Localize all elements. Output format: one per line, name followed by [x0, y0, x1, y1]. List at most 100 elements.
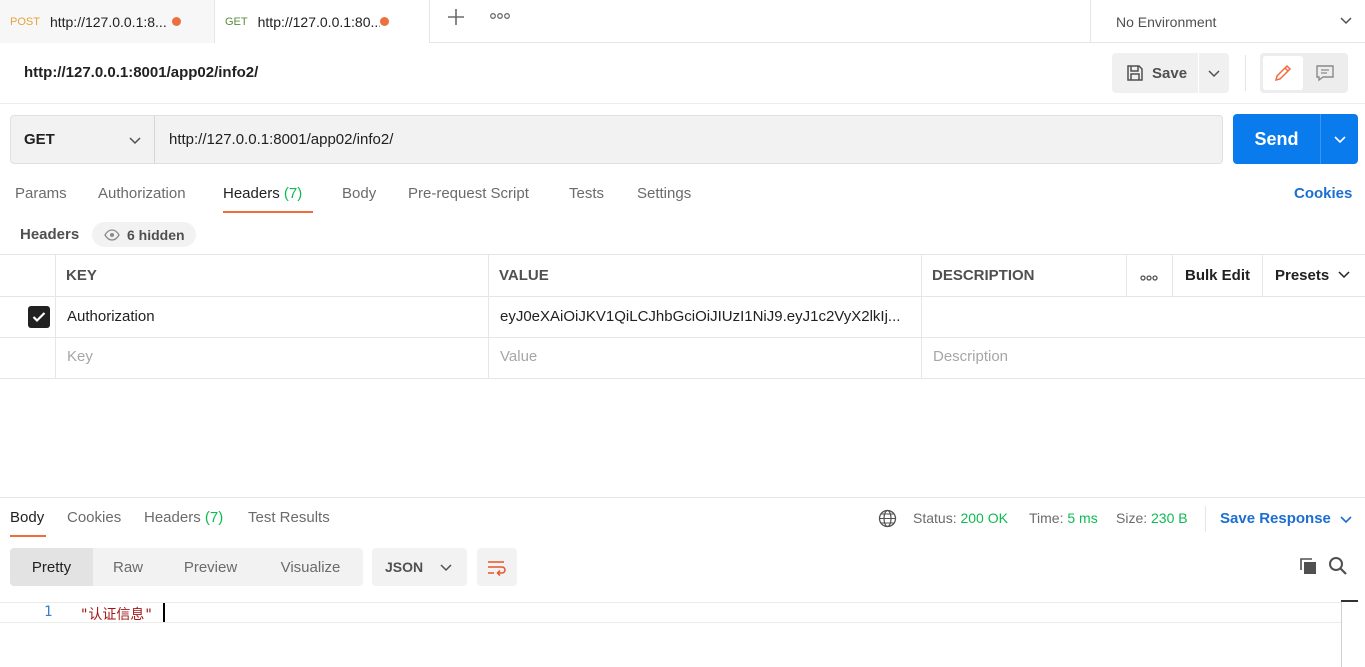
send-button[interactable]: Send — [1233, 114, 1320, 164]
tab-authorization[interactable]: Authorization — [98, 185, 186, 202]
text-caret — [163, 603, 165, 622]
table-border — [921, 254, 922, 378]
presets-dropdown[interactable]: Presets — [1275, 267, 1351, 284]
search-icon[interactable] — [1328, 556, 1348, 579]
tab-headers-count: (7) — [283, 185, 303, 202]
send-options-button[interactable] — [1320, 114, 1358, 164]
tab-title: http://127.0.0.1:80... — [257, 13, 380, 30]
edit-mode-button[interactable] — [1263, 56, 1303, 90]
active-tab-indicator — [10, 535, 46, 537]
response-tab-headers[interactable]: Headers (7) — [144, 509, 223, 526]
tab-headers-label: Headers — [223, 185, 280, 202]
tab-tests[interactable]: Tests — [569, 185, 604, 202]
hidden-count: 6 hidden — [127, 226, 185, 243]
response-size[interactable]: Size: 230 B — [1116, 510, 1188, 526]
request-title: http://127.0.0.1:8001/app02/info2/ — [24, 64, 259, 81]
wrap-lines-icon — [488, 561, 506, 576]
tab-title: http://127.0.0.1:8... — [49, 13, 167, 30]
request-tab-post[interactable]: POST http://127.0.0.1:8... — [0, 0, 215, 43]
response-headers-count: (7) — [204, 509, 224, 526]
copy-icon[interactable] — [1298, 556, 1318, 579]
save-response-button[interactable]: Save Response — [1220, 510, 1331, 527]
header-key-cell[interactable]: Authorization — [67, 308, 477, 325]
tab-headers[interactable]: Headers (7) — [223, 185, 302, 202]
pencil-icon — [1274, 64, 1292, 82]
method-select[interactable]: GET — [10, 115, 155, 164]
new-header-value-input[interactable]: Value — [500, 348, 537, 365]
response-time[interactable]: Time: 5 ms — [1029, 510, 1098, 526]
chevron-down-icon — [1208, 70, 1220, 78]
line-number: 1 — [44, 604, 53, 620]
response-tab-cookies[interactable]: Cookies — [67, 509, 121, 526]
view-raw-button[interactable]: Raw — [93, 548, 163, 586]
floppy-disk-icon — [1127, 65, 1143, 81]
editor-scrollbar[interactable] — [1341, 600, 1342, 667]
view-pretty-button[interactable]: Pretty — [10, 548, 93, 586]
plus-icon[interactable] — [445, 6, 467, 28]
save-label: Save — [1152, 64, 1188, 82]
save-options-button[interactable] — [1199, 53, 1229, 93]
table-border — [1262, 254, 1263, 296]
response-tab-test-results[interactable]: Test Results — [248, 509, 330, 526]
header-enabled-checkbox[interactable] — [28, 306, 50, 328]
tab-pre-request-script[interactable]: Pre-request Script — [408, 185, 529, 202]
eye-icon — [104, 228, 120, 241]
checkmark-icon — [32, 312, 46, 323]
method-value: GET — [24, 131, 55, 148]
chevron-down-icon — [129, 137, 141, 145]
response-headers-label: Headers — [144, 509, 201, 526]
url-input[interactable]: http://127.0.0.1:8001/app02/info2/ — [154, 115, 1223, 164]
size-label: Size: — [1116, 510, 1148, 526]
format-select[interactable]: JSON — [372, 548, 467, 586]
tab-settings[interactable]: Settings — [637, 185, 691, 202]
globe-icon[interactable] — [878, 509, 897, 531]
environment-select[interactable]: No Environment — [1090, 0, 1365, 43]
editor-scrollbar-thumb[interactable] — [1341, 600, 1358, 602]
chevron-down-icon — [1340, 17, 1352, 25]
wrap-lines-button[interactable] — [477, 548, 517, 586]
table-border — [1172, 254, 1173, 296]
table-border — [0, 337, 1365, 338]
table-border — [488, 254, 489, 378]
chevron-down-icon — [1333, 136, 1346, 144]
cookies-link[interactable]: Cookies — [1294, 185, 1352, 202]
table-border — [0, 296, 1365, 297]
column-header-key: KEY — [66, 267, 97, 284]
active-tab-indicator — [223, 211, 313, 213]
tab-method: GET — [225, 15, 248, 28]
time-value: 5 ms — [1067, 510, 1098, 526]
table-border — [55, 254, 56, 378]
header-value-cell[interactable]: eyJ0eXAiOiJKV1QiLCJhbGciOiJIUzI1NiJ9.eyJ… — [500, 308, 912, 325]
response-divider — [0, 497, 1365, 498]
status-label: Status: — [913, 510, 957, 526]
tab-body[interactable]: Body — [342, 185, 376, 202]
headers-section-label: Headers — [20, 226, 80, 243]
response-tab-body[interactable]: Body — [10, 509, 44, 526]
comments-button[interactable] — [1305, 56, 1345, 90]
new-header-description-input[interactable]: Description — [933, 348, 1008, 365]
more-horizontal-icon[interactable] — [1139, 270, 1159, 286]
bulk-edit-button[interactable]: Bulk Edit — [1185, 267, 1250, 284]
tab-params[interactable]: Params — [15, 185, 67, 202]
view-preview-button[interactable]: Preview — [163, 548, 258, 586]
response-body-text[interactable]: "认证信息" — [80, 604, 153, 624]
tab-method: POST — [10, 15, 40, 28]
view-visualize-button[interactable]: Visualize — [258, 548, 363, 586]
size-value: 230 B — [1151, 510, 1188, 526]
table-border — [1126, 254, 1127, 296]
chevron-down-icon[interactable] — [1339, 512, 1353, 529]
comment-icon — [1316, 65, 1334, 82]
new-header-key-input[interactable]: Key — [67, 348, 93, 365]
time-label: Time: — [1029, 510, 1064, 526]
request-tab-get[interactable]: GET http://127.0.0.1:80... — [215, 0, 430, 43]
response-status[interactable]: Status: 200 OK — [913, 510, 1008, 526]
divider — [1245, 55, 1246, 91]
table-border — [0, 254, 1365, 255]
hidden-headers-toggle[interactable]: 6 hidden — [92, 222, 196, 247]
save-button[interactable]: Save — [1112, 53, 1198, 93]
chevron-down-icon — [440, 564, 452, 572]
more-horizontal-icon[interactable] — [489, 8, 511, 26]
active-line-highlight — [0, 602, 1341, 623]
presets-label: Presets — [1275, 267, 1330, 284]
divider — [0, 103, 1365, 104]
